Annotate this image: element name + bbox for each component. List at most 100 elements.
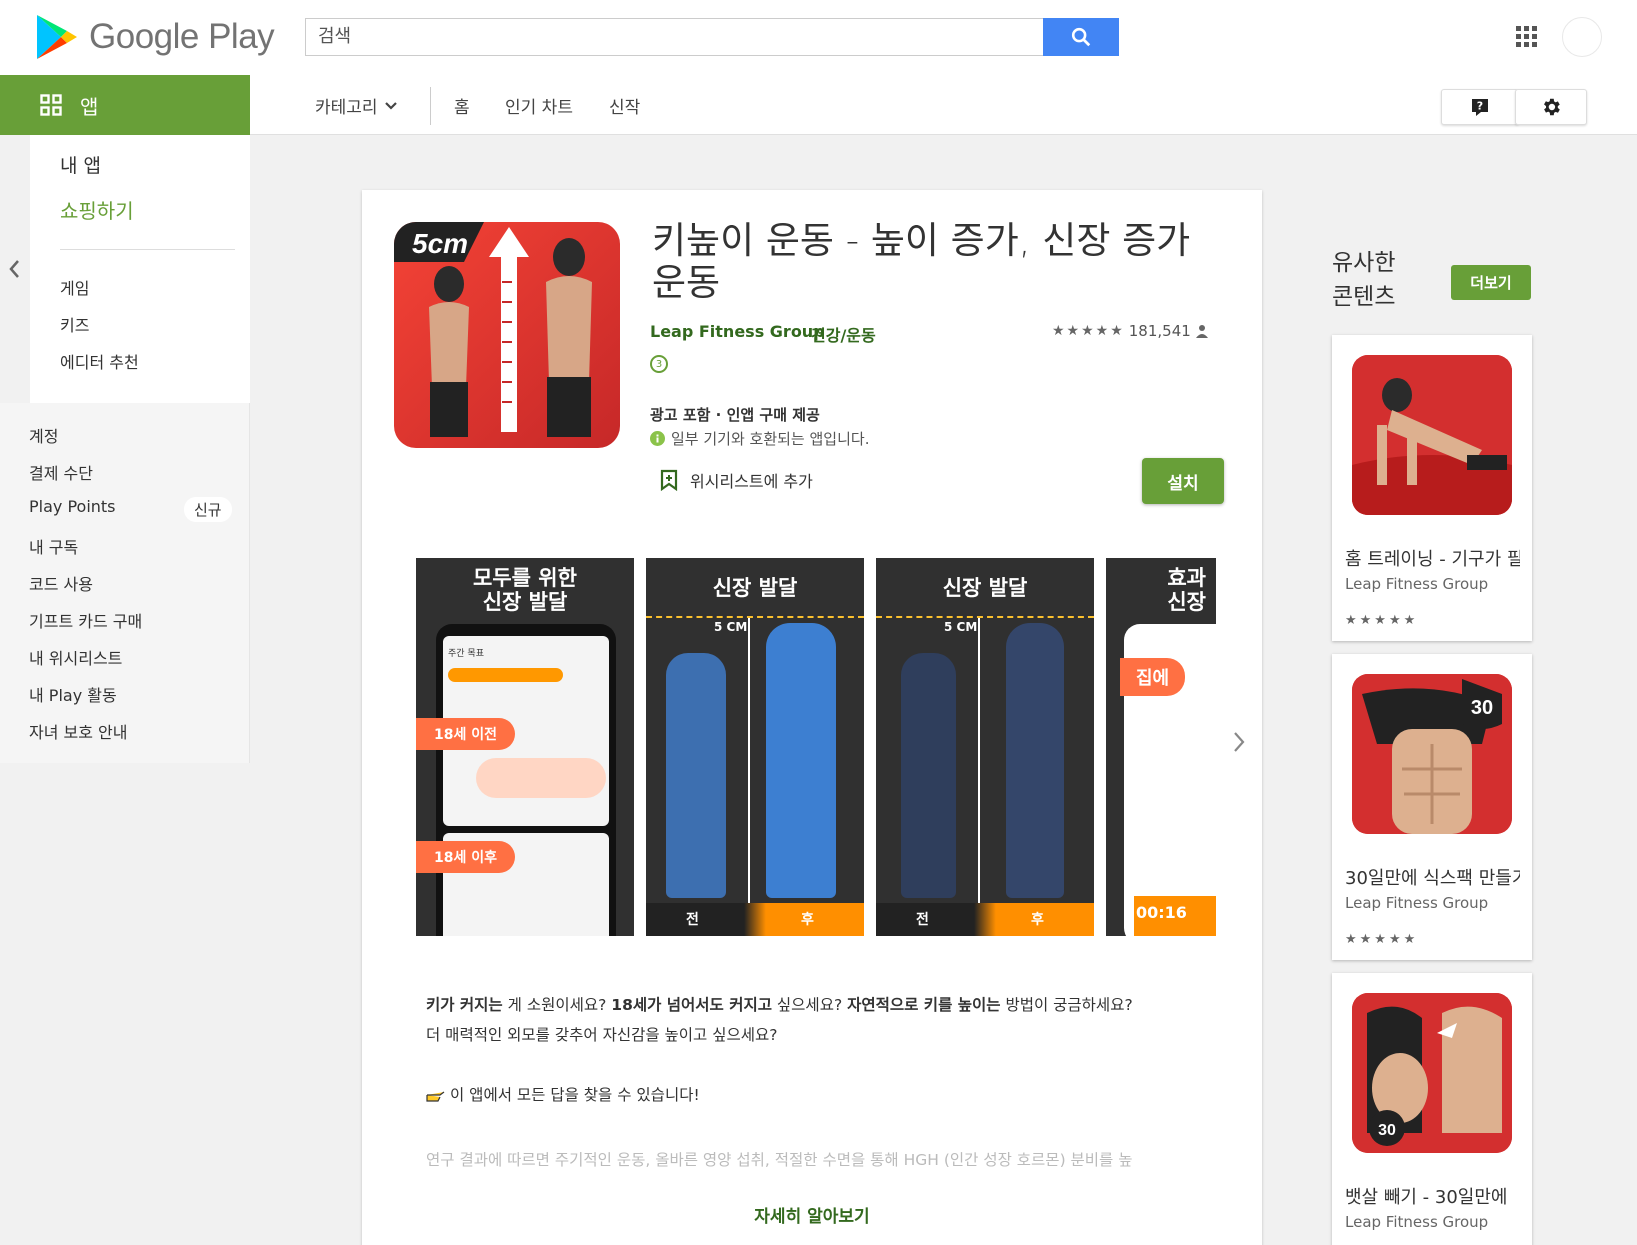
measure-label: 5 CM [714, 620, 748, 634]
similar-title-line: 콘텐츠 [1332, 284, 1396, 310]
sidebar-games[interactable]: 게임 [60, 275, 89, 299]
help-icon: ? [1472, 99, 1488, 116]
after-label: 후 [1031, 912, 1044, 928]
screenshot-caption: 신장 발달 [712, 576, 798, 600]
see-more-button[interactable]: 더보기 [1451, 265, 1531, 300]
similar-app-card[interactable]: 홈 트레이닝 - 기구가 필요 없음 Leap Fitness Group ★★… [1332, 335, 1532, 641]
rating-count: 181,541 [1128, 322, 1191, 340]
desc-text: 방법이 궁금하세요? [1000, 996, 1133, 1014]
measure-label: 5 CM [944, 620, 978, 634]
read-more-link[interactable]: 자세히 알아보기 [362, 1202, 1262, 1227]
search-box [305, 18, 1119, 56]
sidebar-primary: 내 앱 쇼핑하기 게임 키즈 에디터 추천 [30, 135, 250, 403]
sidebar-parent-guide[interactable]: 자녀 보호 안내 [29, 719, 128, 743]
account-avatar[interactable] [1562, 17, 1602, 57]
sidebar-payment-methods[interactable]: 결제 수단 [29, 460, 93, 484]
screenshot-caption: 신장 [1167, 590, 1206, 614]
desc-faded-text: 연구 결과에 따르면 주기적인 운동, 올바른 영양 섭취, 적절한 수면을 통… [426, 1151, 1133, 1169]
pointing-hand-icon [426, 1091, 445, 1102]
screenshot-caption: 효과 [1167, 566, 1206, 590]
ads-iap-notice: 광고 포함 · 인앱 구매 제공 [650, 406, 820, 424]
star-rating-icon: ★★★★★ [1345, 932, 1419, 947]
nav-divider [430, 87, 431, 125]
desc-bold: 키가 커지는 [426, 996, 503, 1014]
new-badge: 신규 [184, 497, 232, 522]
similar-app-card[interactable]: 30 30일만에 식스팩 만들기 Leap Fitness Group ★★★★… [1332, 654, 1532, 960]
app-icon: 5cm [394, 222, 620, 448]
icon-label: 5cm [412, 228, 469, 259]
developer-link[interactable]: Leap Fitness Group [650, 322, 825, 341]
desc-text: 싶으세요? [771, 996, 848, 1014]
desc-text: 이 앱에서 모든 답을 찾을 수 있습니다! [450, 1086, 700, 1104]
screenshot-4[interactable]: 효과 신장 집에 00:16 [1106, 558, 1216, 936]
sidebar-kids[interactable]: 키즈 [60, 312, 89, 336]
top-bar: Google Play [0, 0, 1637, 75]
sidebar-play-points[interactable]: Play Points [29, 497, 116, 516]
nav-home[interactable]: 홈 [454, 93, 470, 118]
rating-summary: ★★★★★ 181,541 [1052, 322, 1209, 340]
similar-app-icon: 30 [1352, 674, 1512, 834]
add-to-wishlist-button[interactable]: 위시리스트에 추가 [660, 468, 813, 492]
sidebar-subscriptions[interactable]: 내 구독 [29, 534, 78, 558]
play-logo-icon [37, 15, 77, 59]
apps-grid-icon[interactable] [1516, 26, 1538, 48]
after-label: 후 [801, 912, 814, 928]
collapse-sidebar-icon[interactable] [8, 258, 22, 280]
brand-name: Google Play [89, 17, 275, 56]
chevron-down-icon [384, 101, 397, 110]
content-rating-badge[interactable]: 3 [650, 355, 668, 373]
svg-text:?: ? [1477, 100, 1483, 113]
chevron-right-icon[interactable] [1232, 730, 1246, 754]
screenshot-3[interactable]: 신장 발달 5 CM 전 후 [876, 558, 1094, 936]
timer-label: 00:16 [1136, 903, 1187, 922]
desc-bold: 자연적으로 키를 높이는 [847, 996, 1001, 1014]
similar-app-developer: Leap Fitness Group [1345, 1213, 1489, 1231]
mini-goal-label: 주간 목표 [448, 649, 484, 659]
bookmark-add-icon [660, 469, 678, 491]
star-rating-icon: ★★★★★ [1345, 613, 1419, 628]
desc-text: 더 매력적인 외모를 갖추어 자신감을 높이고 싶으세요? [426, 1026, 778, 1044]
screenshot-2[interactable]: 신장 발달 5 CM 전 후 [646, 558, 864, 936]
screenshot-caption: 모두를 위한 [473, 566, 577, 590]
category-link[interactable]: 건강/운동 [811, 322, 876, 346]
settings-button[interactable] [1515, 89, 1587, 125]
desc-text: 게 소원이세요? [502, 996, 612, 1014]
similar-app-name: 뱃살 빼기 - 30일만에 [1345, 1187, 1508, 1208]
apps-grid-small-icon [40, 94, 62, 116]
sidebar-account-item[interactable]: 계정 [29, 423, 58, 447]
sidebar-redeem[interactable]: 코드 사용 [29, 571, 93, 595]
apps-section-label: 앱 [80, 94, 99, 119]
sidebar-play-activity[interactable]: 내 Play 활동 [29, 682, 117, 706]
similar-app-icon: 30 [1352, 993, 1512, 1153]
sidebar-my-apps[interactable]: 내 앱 [60, 151, 101, 178]
help-button[interactable]: ? [1441, 89, 1519, 125]
similar-title: 유사한 콘텐츠 [1332, 246, 1395, 314]
nav-top-charts[interactable]: 인기 차트 [505, 93, 573, 118]
similar-app-name: 홈 트레이닝 - 기구가 필요 없음 [1345, 549, 1520, 570]
sidebar-wishlist[interactable]: 내 위시리스트 [29, 645, 122, 669]
category-dropdown[interactable]: 카테고리 [315, 93, 398, 118]
install-button[interactable]: 설치 [1142, 458, 1224, 504]
sidebar-shop[interactable]: 쇼핑하기 [60, 195, 134, 224]
screenshot-1[interactable]: 모두를 위한 신장 발달 주간 목표 18세 이전 18세 이후 [416, 558, 634, 936]
screenshot-caption: 신장 발달 [942, 576, 1028, 600]
similar-app-card[interactable]: 30 뱃살 빼기 - 30일만에 Leap Fitness Group [1332, 973, 1532, 1245]
svg-text:30: 30 [1378, 1122, 1396, 1139]
search-button[interactable] [1043, 18, 1119, 56]
info-icon [650, 431, 665, 446]
compat-text: 일부 기기와 호환되는 앱입니다. [671, 430, 870, 448]
google-play-logo[interactable]: Google Play [37, 15, 275, 59]
search-icon [1071, 27, 1091, 47]
sidebar-gift-card[interactable]: 기프트 카드 구매 [29, 608, 142, 632]
sidebar-editors-choice[interactable]: 에디터 추천 [60, 349, 139, 373]
search-input[interactable] [306, 19, 1036, 53]
similar-title-line: 유사한 [1332, 250, 1396, 276]
screenshot-carousel: 모두를 위한 신장 발달 주간 목표 18세 이전 18세 이후 신장 발달 5… [416, 558, 1216, 936]
screenshot-tag: 18세 이후 [416, 841, 515, 873]
apps-section-tab[interactable]: 앱 [0, 75, 250, 135]
nav-new-releases[interactable]: 신작 [609, 93, 640, 118]
compatibility-notice: 일부 기기와 호환되는 앱입니다. [650, 428, 869, 449]
similar-app-developer: Leap Fitness Group [1345, 894, 1489, 912]
star-rating-icon: ★★★★★ [1052, 323, 1125, 339]
screenshot-tag: 집에 [1120, 658, 1186, 696]
